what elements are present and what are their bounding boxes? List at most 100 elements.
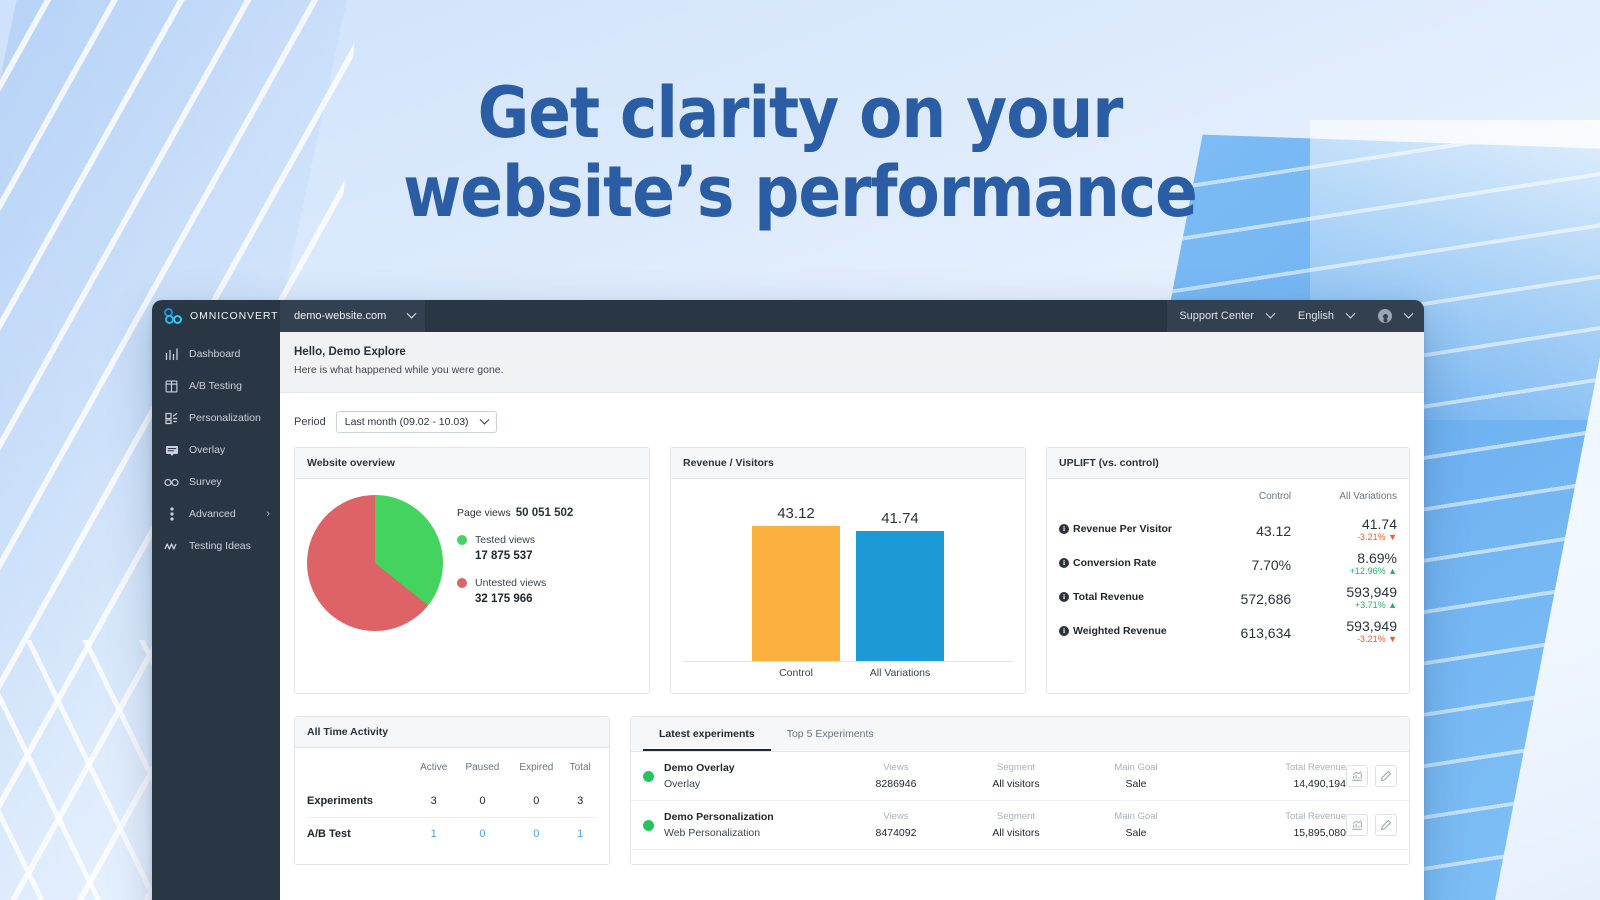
uplift-metric-name: i Weighted Revenue xyxy=(1059,614,1219,648)
sidebar-item-survey[interactable]: Survey xyxy=(152,466,280,498)
activity-cell: 0 xyxy=(479,795,486,807)
sidebar-item-testing-ideas[interactable]: Testing Ideas xyxy=(152,530,280,562)
legend-label: Untested views xyxy=(475,577,547,589)
bar xyxy=(752,526,840,661)
uplift-table: Control All Variations i Revenue Per Visit… xyxy=(1059,489,1397,648)
card-body: Control All Variations i Revenue Per Visit… xyxy=(1047,479,1409,662)
site-selector[interactable]: demo-website.com xyxy=(280,300,426,332)
info-icon[interactable]: i xyxy=(1059,523,1069,534)
chevron-right-icon: › xyxy=(266,508,270,520)
uplift-variations-value: 593,949 xyxy=(1346,618,1397,634)
uplift-table-body: i Revenue Per Visitor 43.12 41.74 -3.21% ▼ i C… xyxy=(1059,512,1397,648)
experiment-row[interactable]: Demo Overlay Overlay Views 8286946 Segment Al… xyxy=(631,752,1409,801)
card-title: Website overview xyxy=(295,448,649,479)
sidebar-item-dashboard[interactable]: Dashboard xyxy=(152,338,280,370)
app-window: OMNICONVERT demo-website.com Support Cen… xyxy=(152,300,1424,900)
column-header-segment: Segment xyxy=(996,811,1036,822)
activity-table: Active Paused Expired Total Experiments 3 0 0 3… xyxy=(307,758,597,850)
experiments-list: Demo Overlay Overlay Views 8286946 Segment Al… xyxy=(631,752,1409,850)
experiment-views: Views 8286946 xyxy=(836,762,956,790)
avatar xyxy=(1378,309,1392,323)
sidebar-item-overlay[interactable]: Overlay xyxy=(152,434,280,466)
activity-cell[interactable]: 0 xyxy=(509,817,564,850)
website-overview-card: Website overview Page views 50 051 502 T… xyxy=(294,447,650,694)
main-content: Hello, Demo Explore Here is what happene… xyxy=(280,332,1424,900)
info-icon[interactable]: i xyxy=(1059,557,1069,568)
experiments-tab[interactable]: Latest experiments xyxy=(643,717,771,751)
chevron-down-icon xyxy=(406,308,417,319)
bar-category-label: Control xyxy=(779,667,813,679)
stats-icon[interactable] xyxy=(1346,814,1368,836)
stats-icon[interactable] xyxy=(1346,765,1368,787)
activity-cell[interactable]: 0 xyxy=(455,817,510,850)
activity-column-header: Total xyxy=(569,762,591,773)
column-header-views: Views xyxy=(883,762,909,773)
edit-pencil-icon[interactable] xyxy=(1375,814,1397,836)
edit-pencil-icon[interactable] xyxy=(1375,765,1397,787)
activity-cell[interactable]: 1 xyxy=(412,817,456,850)
uplift-variations-cell: 8.69% +12.96% ▲ xyxy=(1291,546,1397,580)
sidebar-item-personalization[interactable]: Personalization xyxy=(152,402,280,434)
activity-cell: 0 xyxy=(533,795,540,807)
page-views-label: Page views xyxy=(457,507,511,520)
experiment-views: Views 8474092 xyxy=(836,811,956,839)
revenue-bar-chart: 43.12 41.74 xyxy=(683,489,1013,661)
pie-legend: Page views 50 051 502 Tested views 17 875… xyxy=(453,507,637,619)
greeting-title: Hello, Demo Explore xyxy=(294,346,406,358)
zigzag-icon xyxy=(164,539,179,554)
activity-table-body: Experiments 3 0 0 3 A/B Test 1 0 0 1 xyxy=(307,785,597,850)
bar-chart-category-labels: Control All Variations xyxy=(683,662,1013,679)
info-icon[interactable]: i xyxy=(1059,591,1069,602)
chevron-down-icon xyxy=(1265,308,1276,319)
uplift-delta: +3.71% ▲ xyxy=(1354,600,1397,610)
page-views-pie-chart xyxy=(307,495,443,631)
sidebar-item-ab-testing[interactable]: A/B Testing xyxy=(152,370,280,402)
legend-item-untested: Untested views 32 175 966 xyxy=(457,576,637,608)
info-icon[interactable]: i xyxy=(1059,625,1069,636)
language-label: English xyxy=(1297,310,1334,322)
uplift-column-header: Control xyxy=(1258,491,1292,502)
survey-icon xyxy=(164,475,179,490)
experiments-tab[interactable]: Top 5 Experiments xyxy=(771,717,890,751)
top-bar: OMNICONVERT demo-website.com Support Cen… xyxy=(152,300,1424,332)
language-menu[interactable]: English xyxy=(1285,300,1366,332)
uplift-variations-cell: 593,949 -3.21% ▼ xyxy=(1291,614,1397,648)
activity-column-header: Paused xyxy=(465,762,500,773)
card-title: All Time Activity xyxy=(295,717,609,748)
uplift-metric-name: i Revenue Per Visitor xyxy=(1059,512,1219,546)
bar-column: 41.74 xyxy=(856,510,944,661)
brand[interactable]: OMNICONVERT xyxy=(152,307,280,325)
experiment-name: Demo Overlay xyxy=(664,762,735,774)
column-header-revenue: Total Revenue xyxy=(1285,762,1346,773)
experiment-row[interactable]: Demo Personalization Web Personalization V… xyxy=(631,801,1409,850)
legend-text: Tested views 17 875 537 xyxy=(475,533,535,565)
sidebar-label: Survey xyxy=(189,476,222,488)
experiment-revenue: Total Revenue 15,895,080 xyxy=(1196,811,1346,839)
experiment-name: Demo Personalization xyxy=(664,811,774,823)
uplift-metric-name: i Total Revenue xyxy=(1059,580,1219,614)
dots-icon xyxy=(164,507,179,522)
account-menu[interactable] xyxy=(1366,300,1424,332)
cards-area: Website overview Page views 50 051 502 T… xyxy=(280,447,1424,900)
period-value: Last month (09.02 - 10.03) xyxy=(344,416,469,428)
experiment-segment: Segment All visitors xyxy=(956,811,1076,839)
card-body: Page views 50 051 502 Tested views 17 875… xyxy=(295,479,649,645)
legend-label: Tested views xyxy=(475,534,536,547)
sidebar-item-advanced[interactable]: Advanced › xyxy=(152,498,280,530)
activity-cell[interactable]: 1 xyxy=(563,817,597,850)
legend-dot-green xyxy=(457,535,467,546)
experiments-card: Latest experiments Top 5 Experiments Demo… xyxy=(630,716,1410,865)
uplift-table-header: Control All Variations xyxy=(1059,489,1397,512)
uplift-column-header xyxy=(1059,489,1219,512)
sidebar-label: A/B Testing xyxy=(189,380,242,392)
uplift-variations-value: 593,949 xyxy=(1346,584,1397,600)
uplift-variations-value: 8.69% xyxy=(1357,550,1397,566)
card-body: 43.12 41.74 Control All Variations xyxy=(671,479,1025,693)
period-selector[interactable]: Last month (09.02 - 10.03) xyxy=(335,411,497,433)
uplift-row: i Revenue Per Visitor 43.12 41.74 -3.21% ▼ xyxy=(1059,512,1397,546)
support-center-menu[interactable]: Support Center xyxy=(1167,300,1286,332)
card-title: UPLIFT (vs. control) xyxy=(1047,448,1409,479)
page-views-value: 50 051 502 xyxy=(515,507,574,520)
omniconvert-logo-icon xyxy=(164,307,183,325)
experiment-actions xyxy=(1346,814,1397,836)
